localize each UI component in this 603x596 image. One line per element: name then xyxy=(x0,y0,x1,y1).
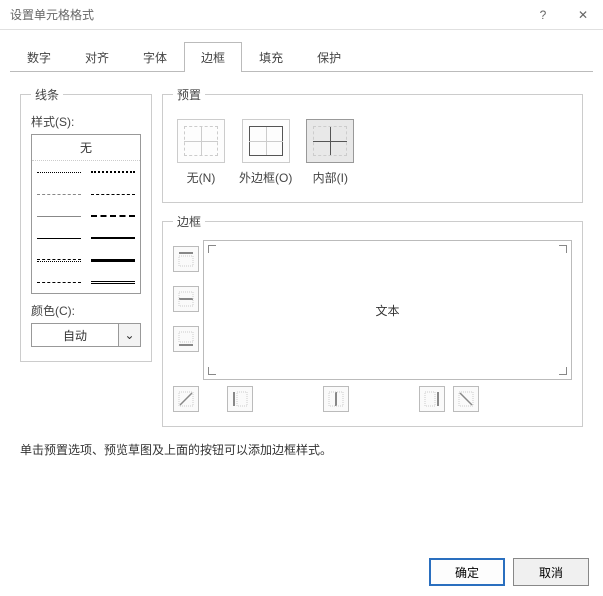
border-right-button[interactable] xyxy=(419,386,445,412)
preset-none[interactable]: 无(N) xyxy=(177,119,225,186)
line-style-item[interactable] xyxy=(86,271,140,293)
title-bar: 设置单元格格式 ? ✕ xyxy=(0,0,603,30)
tab-alignment[interactable]: 对齐 xyxy=(68,42,126,72)
tab-fill[interactable]: 填充 xyxy=(242,42,300,72)
help-button[interactable]: ? xyxy=(523,0,563,30)
color-label: 颜色(C): xyxy=(31,302,141,319)
chevron-down-icon[interactable]: ⌄ xyxy=(118,324,140,346)
border-diag-down-button[interactable] xyxy=(453,386,479,412)
line-style-item[interactable] xyxy=(32,161,86,183)
line-column: 线条 样式(S): 无 颜色(C xyxy=(20,86,144,427)
border-middle-button[interactable] xyxy=(173,286,199,312)
line-style-none[interactable]: 无 xyxy=(32,135,140,161)
cancel-button[interactable]: 取消 xyxy=(513,558,589,586)
line-legend: 线条 xyxy=(31,86,63,103)
preset-fieldset: 预置 无(N) 外边框(O) 内部(I) xyxy=(162,86,583,203)
border-legend: 边框 xyxy=(173,213,205,230)
hint-text: 单击预置选项、预览草图及上面的按钮可以添加边框样式。 xyxy=(0,427,603,472)
window-title: 设置单元格格式 xyxy=(10,6,523,23)
line-color-select[interactable]: 自动 ⌄ xyxy=(31,323,141,347)
tab-number[interactable]: 数字 xyxy=(10,42,68,72)
corner-marker xyxy=(559,245,567,253)
tab-protection[interactable]: 保护 xyxy=(300,42,358,72)
line-style-item[interactable] xyxy=(32,205,86,227)
corner-marker xyxy=(208,367,216,375)
line-style-item[interactable] xyxy=(32,227,86,249)
line-style-item[interactable] xyxy=(86,205,140,227)
style-label: 样式(S): xyxy=(31,113,141,130)
tab-border[interactable]: 边框 xyxy=(184,42,242,72)
ok-button[interactable]: 确定 xyxy=(429,558,505,586)
line-color-value: 自动 xyxy=(32,327,118,344)
border-fieldset: 边框 文本 xyxy=(162,213,583,427)
line-style-item[interactable] xyxy=(86,249,140,271)
preview-text: 文本 xyxy=(375,302,399,319)
line-style-item[interactable] xyxy=(86,161,140,183)
border-top-button[interactable] xyxy=(173,246,199,272)
border-bottom-button[interactable] xyxy=(173,326,199,352)
right-column: 预置 无(N) 外边框(O) 内部(I) 边框 xyxy=(162,86,583,427)
preset-inside[interactable]: 内部(I) xyxy=(306,119,354,186)
border-center-button[interactable] xyxy=(323,386,349,412)
line-style-item[interactable] xyxy=(86,227,140,249)
line-style-item[interactable] xyxy=(32,249,86,271)
preset-outline[interactable]: 外边框(O) xyxy=(239,119,292,186)
close-button[interactable]: ✕ xyxy=(563,0,603,30)
border-left-button[interactable] xyxy=(227,386,253,412)
line-style-item[interactable] xyxy=(32,183,86,205)
line-style-list[interactable]: 无 xyxy=(31,134,141,294)
line-style-item[interactable] xyxy=(86,183,140,205)
border-preview[interactable]: 文本 xyxy=(203,240,572,380)
line-fieldset: 线条 样式(S): 无 颜色(C xyxy=(20,86,152,362)
corner-marker xyxy=(559,367,567,375)
line-style-item[interactable] xyxy=(32,271,86,293)
tab-font[interactable]: 字体 xyxy=(126,42,184,72)
tab-strip: 数字 对齐 字体 边框 填充 保护 xyxy=(0,30,603,72)
corner-marker xyxy=(208,245,216,253)
preset-legend: 预置 xyxy=(173,86,205,103)
content-area: 线条 样式(S): 无 颜色(C xyxy=(0,72,603,427)
border-diag-up-button[interactable] xyxy=(173,386,199,412)
dialog-footer: 确定 取消 xyxy=(429,558,589,586)
